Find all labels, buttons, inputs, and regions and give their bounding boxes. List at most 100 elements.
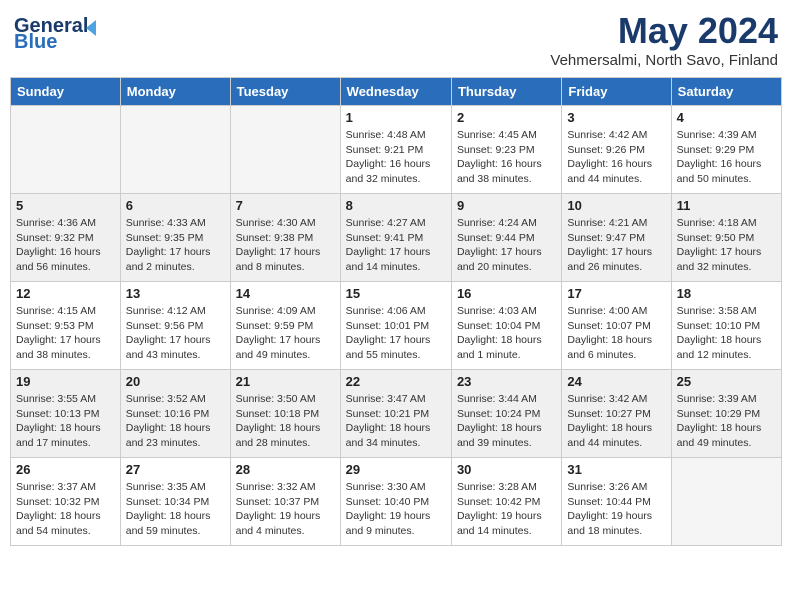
calendar-day-cell: 27 Sunrise: 3:35 AM Sunset: 10:34 PM Dayl…: [120, 458, 230, 546]
day-number: 21: [236, 374, 335, 389]
calendar-day-cell: 13 Sunrise: 4:12 AM Sunset: 9:56 PM Dayli…: [120, 282, 230, 370]
day-number: 2: [457, 110, 556, 125]
calendar-day-cell: 16 Sunrise: 4:03 AM Sunset: 10:04 PM Dayl…: [451, 282, 561, 370]
day-info: Sunrise: 4:00 AM Sunset: 10:07 PM Daylig…: [567, 304, 665, 363]
calendar-week-row: 1 Sunrise: 4:48 AM Sunset: 9:21 PM Daylig…: [11, 106, 782, 194]
day-info: Sunrise: 3:44 AM Sunset: 10:24 PM Daylig…: [457, 392, 556, 451]
calendar-day-cell: 4Sunrise: 4:39 AM Sunset: 9:29 PM Daylig…: [671, 106, 781, 194]
weekday-header: Thursday: [451, 78, 561, 106]
day-number: 9: [457, 198, 556, 213]
calendar-week-row: 12 Sunrise: 4:15 AM Sunset: 9:53 PM Dayli…: [11, 282, 782, 370]
calendar-day-cell: 21 Sunrise: 3:50 AM Sunset: 10:18 PM Dayl…: [230, 370, 340, 458]
calendar-day-cell: 8 Sunrise: 4:27 AM Sunset: 9:41 PM Daylig…: [340, 194, 451, 282]
day-number: 24: [567, 374, 665, 389]
calendar-day-cell: [120, 106, 230, 194]
day-number: 17: [567, 286, 665, 301]
day-number: 12: [16, 286, 115, 301]
day-number: 11: [677, 198, 776, 213]
day-number: 22: [346, 374, 446, 389]
day-info: Sunrise: 4:18 AM Sunset: 9:50 PM Dayligh…: [677, 216, 776, 275]
calendar-table: SundayMondayTuesdayWednesdayThursdayFrid…: [10, 77, 782, 546]
day-info: Sunrise: 4:36 AM Sunset: 9:32 PM Dayligh…: [16, 216, 115, 275]
calendar-week-row: 26 Sunrise: 3:37 AM Sunset: 10:32 PM Dayl…: [11, 458, 782, 546]
day-number: 28: [236, 462, 335, 477]
day-info: Sunrise: 3:35 AM Sunset: 10:34 PM Daylig…: [126, 480, 225, 539]
day-info: Sunrise: 4:12 AM Sunset: 9:56 PM Dayligh…: [126, 304, 225, 363]
day-info: Sunrise: 4:48 AM Sunset: 9:21 PM Dayligh…: [346, 128, 446, 187]
day-number: 5: [16, 198, 115, 213]
day-info: Sunrise: 3:37 AM Sunset: 10:32 PM Daylig…: [16, 480, 115, 539]
calendar-day-cell: 2 Sunrise: 4:45 AM Sunset: 9:23 PM Daylig…: [451, 106, 561, 194]
day-number: 1: [346, 110, 446, 125]
calendar-day-cell: 17 Sunrise: 4:00 AM Sunset: 10:07 PM Dayl…: [562, 282, 671, 370]
calendar-day-cell: 31 Sunrise: 3:26 AM Sunset: 10:44 PM Dayl…: [562, 458, 671, 546]
day-info: Sunrise: 4:21 AM Sunset: 9:47 PM Dayligh…: [567, 216, 665, 275]
page-header: General Blue May 2024 Vehmersalmi, North…: [10, 10, 782, 69]
weekday-header: Sunday: [11, 78, 121, 106]
calendar-day-cell: [11, 106, 121, 194]
day-number: 10: [567, 198, 665, 213]
weekday-header: Friday: [562, 78, 671, 106]
day-info: Sunrise: 4:45 AM Sunset: 9:23 PM Dayligh…: [457, 128, 556, 187]
day-info: Sunrise: 4:42 AM Sunset: 9:26 PM Dayligh…: [567, 128, 665, 187]
day-info: Sunrise: 4:15 AM Sunset: 9:53 PM Dayligh…: [16, 304, 115, 363]
weekday-header: Saturday: [671, 78, 781, 106]
calendar-day-cell: 7Sunrise: 4:30 AM Sunset: 9:38 PM Daylig…: [230, 194, 340, 282]
calendar-day-cell: 24 Sunrise: 3:42 AM Sunset: 10:27 PM Dayl…: [562, 370, 671, 458]
day-info: Sunrise: 3:52 AM Sunset: 10:16 PM Daylig…: [126, 392, 225, 451]
day-number: 13: [126, 286, 225, 301]
calendar-day-cell: 26 Sunrise: 3:37 AM Sunset: 10:32 PM Dayl…: [11, 458, 121, 546]
day-info: Sunrise: 4:09 AM Sunset: 9:59 PM Dayligh…: [236, 304, 335, 363]
calendar-week-row: 19 Sunrise: 3:55 AM Sunset: 10:13 PM Dayl…: [11, 370, 782, 458]
calendar-day-cell: 5 Sunrise: 4:36 AM Sunset: 9:32 PM Daylig…: [11, 194, 121, 282]
day-info: Sunrise: 3:42 AM Sunset: 10:27 PM Daylig…: [567, 392, 665, 451]
day-info: Sunrise: 4:27 AM Sunset: 9:41 PM Dayligh…: [346, 216, 446, 275]
day-number: 6: [126, 198, 225, 213]
logo-icon: General Blue: [14, 10, 104, 52]
day-info: Sunrise: 3:30 AM Sunset: 10:40 PM Daylig…: [346, 480, 446, 539]
day-number: 15: [346, 286, 446, 301]
day-number: 8: [346, 198, 446, 213]
day-number: 20: [126, 374, 225, 389]
day-info: Sunrise: 3:32 AM Sunset: 10:37 PM Daylig…: [236, 480, 335, 539]
day-info: Sunrise: 3:50 AM Sunset: 10:18 PM Daylig…: [236, 392, 335, 451]
day-info: Sunrise: 4:30 AM Sunset: 9:38 PM Dayligh…: [236, 216, 335, 275]
calendar-day-cell: 10 Sunrise: 4:21 AM Sunset: 9:47 PM Dayli…: [562, 194, 671, 282]
day-info: Sunrise: 4:24 AM Sunset: 9:44 PM Dayligh…: [457, 216, 556, 275]
day-number: 19: [16, 374, 115, 389]
calendar-day-cell: 11 Sunrise: 4:18 AM Sunset: 9:50 PM Dayli…: [671, 194, 781, 282]
calendar-day-cell: 12 Sunrise: 4:15 AM Sunset: 9:53 PM Dayli…: [11, 282, 121, 370]
day-info: Sunrise: 3:58 AM Sunset: 10:10 PM Daylig…: [677, 304, 776, 363]
calendar-day-cell: [230, 106, 340, 194]
day-number: 23: [457, 374, 556, 389]
calendar-header-row: SundayMondayTuesdayWednesdayThursdayFrid…: [11, 78, 782, 106]
calendar-day-cell: 20 Sunrise: 3:52 AM Sunset: 10:16 PM Dayl…: [120, 370, 230, 458]
calendar-day-cell: 6 Sunrise: 4:33 AM Sunset: 9:35 PM Daylig…: [120, 194, 230, 282]
calendar-day-cell: 29Sunrise: 3:30 AM Sunset: 10:40 PM Dayl…: [340, 458, 451, 546]
calendar-day-cell: 14Sunrise: 4:09 AM Sunset: 9:59 PM Dayli…: [230, 282, 340, 370]
weekday-header: Monday: [120, 78, 230, 106]
title-block: May 2024 Vehmersalmi, North Savo, Finlan…: [550, 10, 778, 69]
weekday-header: Wednesday: [340, 78, 451, 106]
day-number: 25: [677, 374, 776, 389]
calendar-day-cell: 28 Sunrise: 3:32 AM Sunset: 10:37 PM Dayl…: [230, 458, 340, 546]
day-info: Sunrise: 3:55 AM Sunset: 10:13 PM Daylig…: [16, 392, 115, 451]
calendar-week-row: 5 Sunrise: 4:36 AM Sunset: 9:32 PM Daylig…: [11, 194, 782, 282]
calendar-day-cell: [671, 458, 781, 546]
day-info: Sunrise: 4:33 AM Sunset: 9:35 PM Dayligh…: [126, 216, 225, 275]
day-number: 16: [457, 286, 556, 301]
day-number: 27: [126, 462, 225, 477]
day-info: Sunrise: 3:26 AM Sunset: 10:44 PM Daylig…: [567, 480, 665, 539]
calendar-day-cell: 30 Sunrise: 3:28 AM Sunset: 10:42 PM Dayl…: [451, 458, 561, 546]
calendar-day-cell: 25Sunrise: 3:39 AM Sunset: 10:29 PM Dayl…: [671, 370, 781, 458]
day-info: Sunrise: 4:03 AM Sunset: 10:04 PM Daylig…: [457, 304, 556, 363]
day-info: Sunrise: 4:06 AM Sunset: 10:01 PM Daylig…: [346, 304, 446, 363]
day-number: 31: [567, 462, 665, 477]
day-number: 30: [457, 462, 556, 477]
day-info: Sunrise: 3:28 AM Sunset: 10:42 PM Daylig…: [457, 480, 556, 539]
day-info: Sunrise: 3:47 AM Sunset: 10:21 PM Daylig…: [346, 392, 446, 451]
day-number: 26: [16, 462, 115, 477]
main-title: May 2024: [550, 10, 778, 52]
calendar-day-cell: 15 Sunrise: 4:06 AM Sunset: 10:01 PM Dayl…: [340, 282, 451, 370]
calendar-day-cell: 22 Sunrise: 3:47 AM Sunset: 10:21 PM Dayl…: [340, 370, 451, 458]
